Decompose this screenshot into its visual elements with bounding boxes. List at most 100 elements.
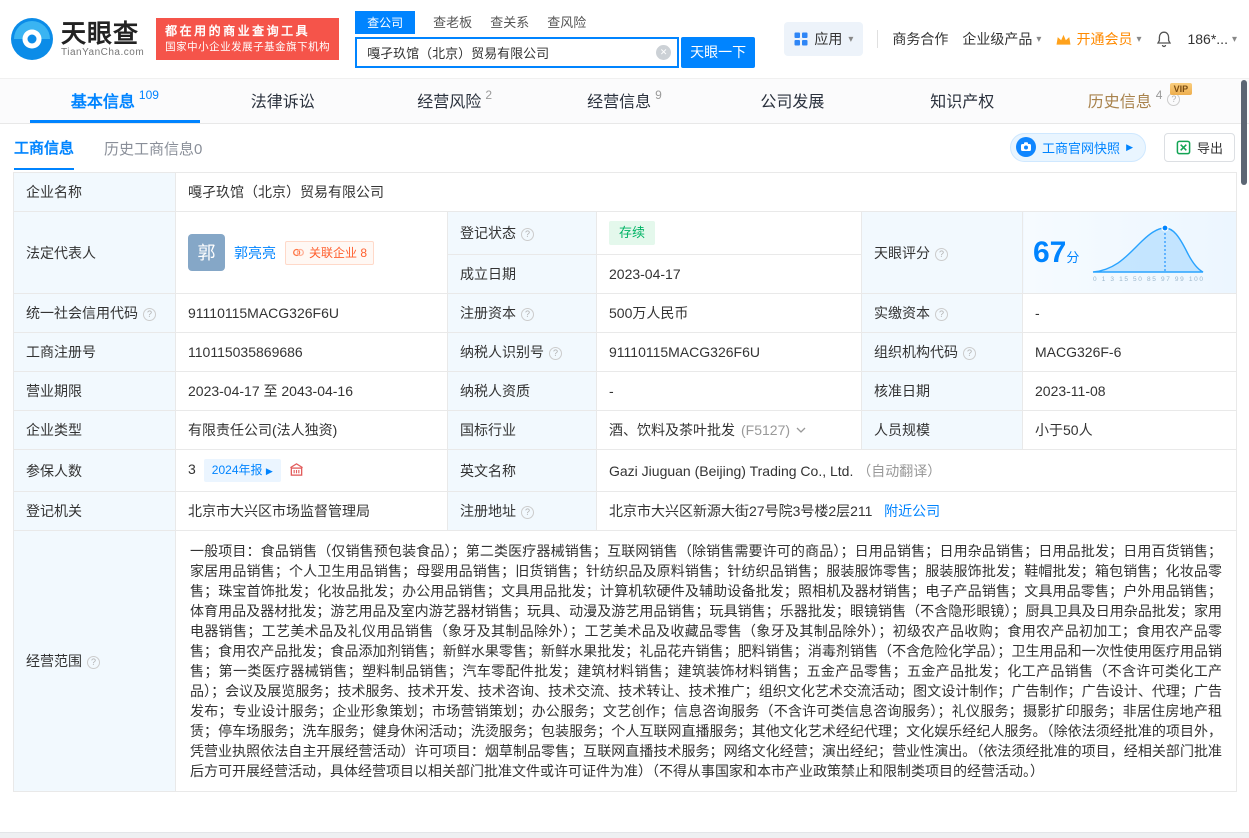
value-cell: 2023-04-17 至 2043-04-16	[176, 372, 448, 411]
search-row: ✕ 天眼一下	[355, 37, 755, 68]
field-label: 营业期限	[26, 383, 82, 399]
notification-bell-icon[interactable]	[1155, 30, 1173, 48]
legal-rep-avatar[interactable]: 郭	[188, 234, 225, 271]
tab-count: 2	[485, 88, 492, 102]
tab-label: 历史信息	[1088, 88, 1152, 112]
search-tab-company[interactable]: 查公司	[355, 11, 415, 34]
snapshot-label: 工商官网快照	[1042, 138, 1120, 157]
enterprise-products-link[interactable]: 企业级产品 ▾	[962, 29, 1041, 49]
info-icon[interactable]: ?	[521, 308, 534, 321]
promo-line1: 都在用的商业查询工具	[165, 23, 330, 39]
info-icon[interactable]: ?	[963, 347, 976, 360]
label-cell: 工商注册号	[14, 333, 176, 372]
tab-legal-cases[interactable]: 法律诉讼	[200, 79, 370, 123]
taxpayer-quality: -	[609, 383, 614, 399]
excel-export-icon	[1176, 140, 1191, 155]
subnav-actions: 工商官网快照 ▶ 导出	[1010, 124, 1235, 170]
value-cell: Gazi Jiuguan (Beijing) Trading Co., Ltd.…	[597, 450, 1237, 492]
label-cell: 天眼评分?	[862, 212, 1023, 294]
field-label: 实缴资本	[874, 305, 930, 321]
score-unit: 分	[1066, 250, 1079, 265]
info-icon[interactable]: ?	[143, 308, 156, 321]
field-label: 英文名称	[460, 463, 516, 479]
vertical-scrollbar[interactable]	[1241, 80, 1247, 185]
info-icon[interactable]: ?	[935, 308, 948, 321]
label-cell: 参保人数	[14, 450, 176, 492]
value-cell: 郭 郭亮亮 关联企业 8	[176, 212, 448, 294]
tab-basic-info[interactable]: 基本信息 109	[30, 79, 200, 123]
score-value-group: 67分	[1033, 237, 1079, 269]
nearby-companies-link[interactable]: 附近公司	[884, 503, 940, 519]
info-icon[interactable]: ?	[935, 248, 948, 261]
table-row-business-term: 营业期限 2023-04-17 至 2043-04-16 纳税人资质 - 核准日…	[14, 372, 1237, 411]
value-cell: 110115035869686	[176, 333, 448, 372]
label-cell: 登记机关	[14, 492, 176, 531]
clear-icon[interactable]: ✕	[656, 45, 671, 60]
business-cooperation-link[interactable]: 商务合作	[892, 29, 948, 49]
info-icon[interactable]: ?	[549, 347, 562, 360]
tab-history-info[interactable]: VIP 历史信息 4 ?	[1049, 79, 1219, 123]
search-tab-boss[interactable]: 查老板	[433, 12, 472, 34]
enterprise-products-label: 企业级产品	[962, 29, 1032, 49]
vip-upgrade-link[interactable]: 开通会员 ▾	[1055, 29, 1141, 49]
label-cell: 统一社会信用代码?	[14, 294, 176, 333]
score-cell[interactable]: 67分 0 1 3 15 50 85 97 99 100	[1023, 212, 1237, 294]
logo-text: 天眼查 TianYanCha.com	[61, 21, 144, 58]
label-cell: 成立日期	[448, 255, 597, 294]
value-cell: 91110115MACG326F6U	[176, 294, 448, 333]
search-input[interactable]	[355, 37, 679, 68]
search-input-wrap: ✕	[355, 37, 679, 68]
paid-capital: -	[1035, 305, 1040, 321]
credit-code: 91110115MACG326F6U	[188, 305, 339, 321]
label-cell: 注册资本?	[448, 294, 597, 333]
search-tab-risk[interactable]: 查风险	[547, 12, 586, 34]
industry-value[interactable]: 酒、饮料及茶叶批发 (F5127)	[609, 420, 806, 440]
tab-operation-risk[interactable]: 经营风险 2	[370, 79, 540, 123]
snapshot-camera-icon	[1016, 137, 1036, 157]
field-label: 成立日期	[460, 266, 516, 282]
info-icon[interactable]: ?	[521, 506, 534, 519]
company-name: 嘎孑玖馆（北京）贸易有限公司	[188, 184, 384, 200]
caret-down-icon: ▾	[848, 34, 853, 45]
subtab-business-registration[interactable]: 工商信息	[14, 125, 74, 170]
info-icon[interactable]: ?	[521, 228, 534, 241]
label-cell: 核准日期	[862, 372, 1023, 411]
tab-business-info[interactable]: 经营信息 9	[540, 79, 710, 123]
promo-line2: 国家中小企业发展子基金旗下机构	[165, 39, 330, 55]
tianyancha-logo[interactable]: 天眼查 TianYanCha.com	[10, 17, 144, 61]
establish-date: 2023-04-17	[609, 266, 681, 282]
search-tab-relation[interactable]: 查关系	[490, 12, 529, 34]
search-button[interactable]: 天眼一下	[681, 37, 755, 68]
company-type: 有限责任公司(法人独资)	[188, 422, 337, 438]
value-cell: 有限责任公司(法人独资)	[176, 411, 448, 450]
caret-down-icon: ▾	[1036, 34, 1041, 45]
registration-number: 110115035869686	[188, 344, 303, 360]
account-phone[interactable]: 186*... ▾	[1187, 31, 1237, 47]
apps-menu[interactable]: 应用 ▾	[784, 22, 863, 56]
value-cell: 北京市大兴区市场监督管理局	[176, 492, 448, 531]
header-right: 应用 ▾ 商务合作 企业级产品 ▾ 开通会员 ▾	[784, 0, 1237, 78]
label-cell: 经营范围?	[14, 531, 176, 792]
annual-report-doc-icon[interactable]	[289, 462, 304, 477]
official-snapshot-button[interactable]: 工商官网快照 ▶	[1010, 133, 1146, 162]
top-header: 天眼查 TianYanCha.com 都在用的商业查询工具 国家中小企业发展子基…	[0, 0, 1249, 78]
field-label: 纳税人资质	[460, 383, 530, 399]
subtab-history-registration[interactable]: 历史工商信息0	[104, 126, 202, 169]
company-info-table: 企业名称 嘎孑玖馆（北京）贸易有限公司 法定代表人 郭 郭亮亮 关联企	[13, 172, 1237, 792]
tab-count: 4	[1156, 88, 1163, 102]
info-icon[interactable]: ?	[87, 656, 100, 669]
business-info-panel: 企业名称 嘎孑玖馆（北京）贸易有限公司 法定代表人 郭 郭亮亮 关联企	[0, 170, 1249, 792]
tab-intellectual-property[interactable]: 知识产权	[879, 79, 1049, 123]
page: 天眼查 TianYanCha.com 都在用的商业查询工具 国家中小企业发展子基…	[0, 0, 1249, 838]
subsection-nav: 工商信息 历史工商信息0 工商官网快照 ▶ 导出	[0, 124, 1249, 170]
value-cell: 一般项目：食品销售（仅销售预包装食品）；第二类医疗器械销售；互联网销售（除销售需…	[176, 531, 1237, 792]
tab-label: 基本信息	[71, 88, 135, 112]
legal-rep-name-link[interactable]: 郭亮亮	[234, 243, 276, 263]
label-cell: 国标行业	[448, 411, 597, 450]
label-cell: 人员规模	[862, 411, 1023, 450]
tab-company-development[interactable]: 公司发展	[709, 79, 879, 123]
annual-report-badge[interactable]: 2024年报 ▶	[204, 459, 281, 482]
related-companies-badge[interactable]: 关联企业 8	[285, 241, 374, 265]
label-cell: 纳税人识别号?	[448, 333, 597, 372]
export-button[interactable]: 导出	[1164, 133, 1235, 162]
